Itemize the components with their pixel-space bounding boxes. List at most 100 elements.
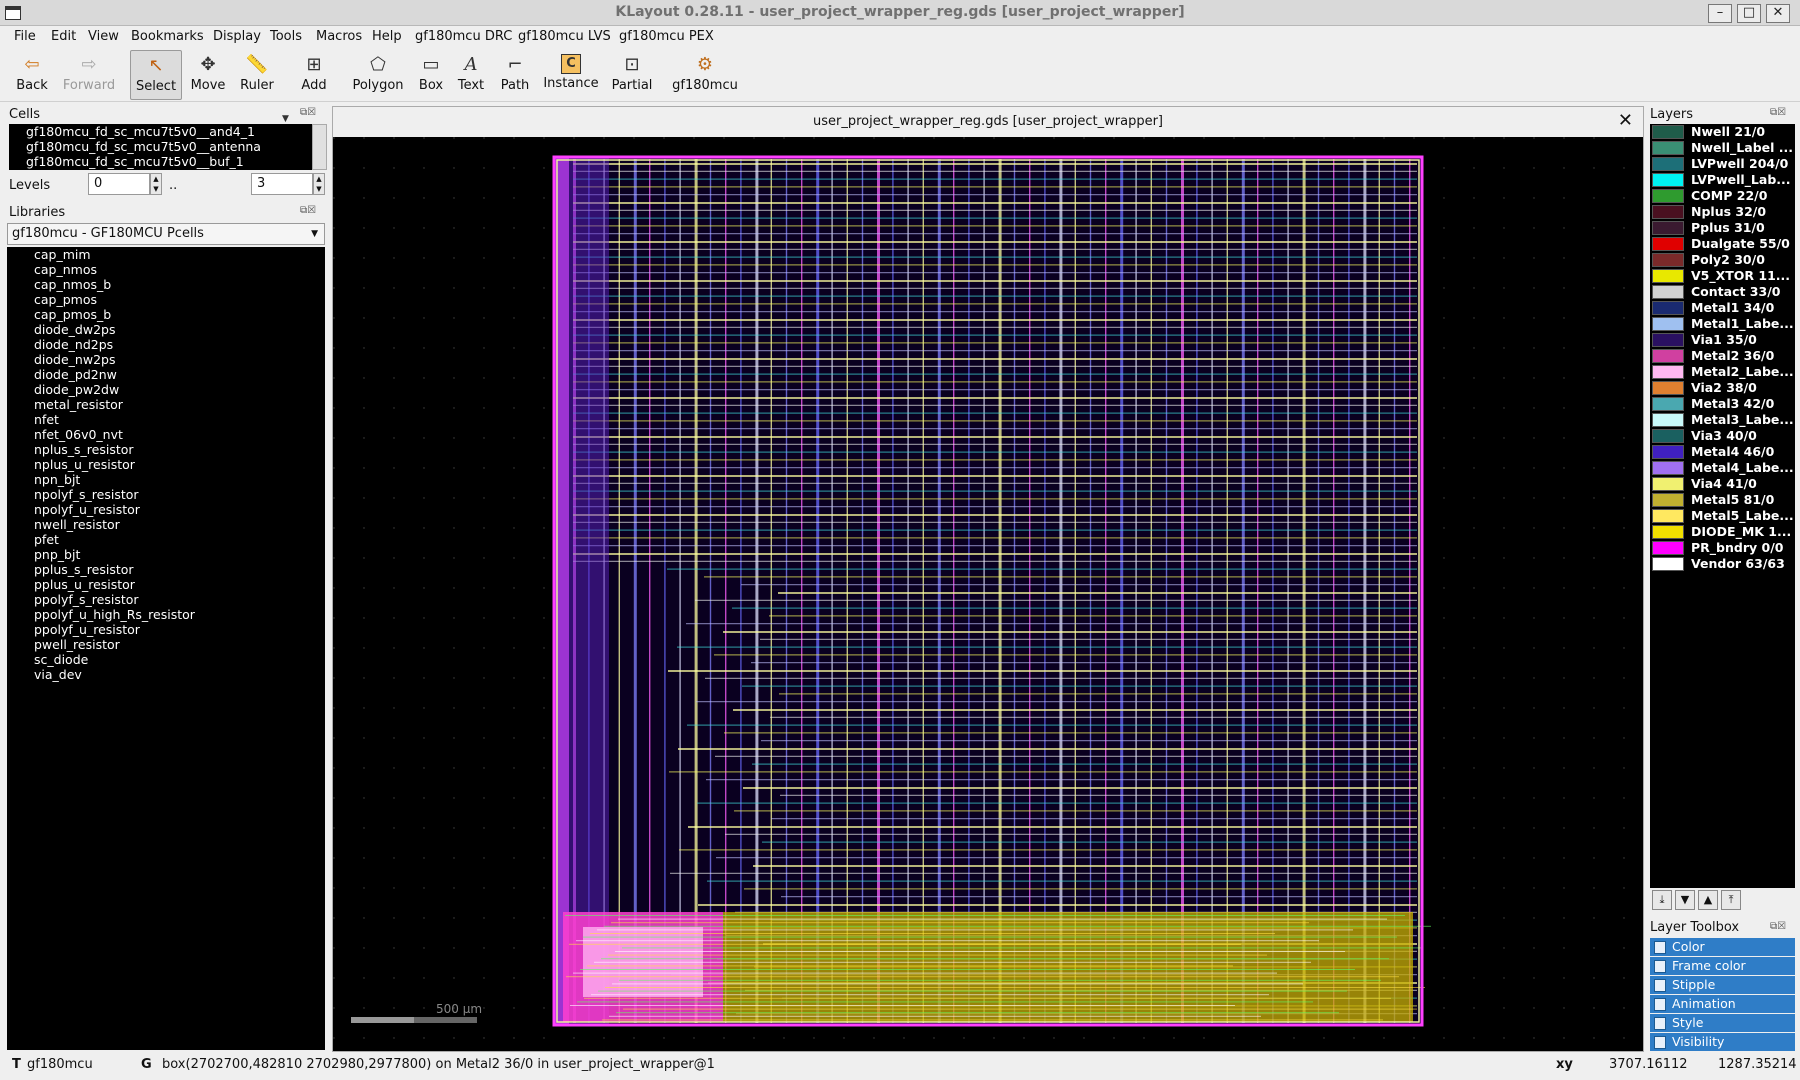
menu-file[interactable]: File — [14, 29, 36, 44]
toolbox-style[interactable]: Style — [1650, 1014, 1795, 1032]
layer-row[interactable]: PR_bndry 0/0 — [1650, 540, 1795, 556]
toolbox-frame-color[interactable]: Frame color — [1650, 957, 1795, 975]
layer-row[interactable]: Metal4 46/0 — [1650, 444, 1795, 460]
move-layer-up-icon[interactable]: ▲ — [1698, 890, 1718, 910]
ruler-button[interactable]: 📏 Ruler — [236, 50, 278, 100]
partial-button[interactable]: ⊡ Partial — [610, 50, 654, 100]
menu-tools[interactable]: Tools — [270, 29, 302, 44]
list-item[interactable]: ppolyf_s_resistor — [7, 592, 325, 607]
toolbox-stipple[interactable]: Stipple — [1650, 976, 1795, 994]
level-from-input[interactable]: 0 — [88, 173, 150, 195]
list-item[interactable]: nfet — [7, 412, 325, 427]
text-button[interactable]: A Text — [454, 50, 488, 100]
list-item[interactable]: pfet — [7, 532, 325, 547]
move-layer-down-icon[interactable]: ▼ — [1675, 890, 1695, 910]
move-layer-top-icon[interactable]: ⤒ — [1721, 890, 1741, 910]
toolbox-color[interactable]: Color — [1650, 938, 1795, 956]
layer-row[interactable]: Via1 35/0 — [1650, 332, 1795, 348]
list-item[interactable]: nplus_u_resistor — [7, 457, 325, 472]
close-view-icon[interactable]: ✕ — [1618, 111, 1633, 131]
layers-panel-float-close-icons[interactable]: ⧉☒ — [1770, 107, 1786, 118]
layer-row[interactable]: Via4 41/0 — [1650, 476, 1795, 492]
level-to-input[interactable]: 3 — [251, 173, 313, 195]
list-item[interactable]: pwell_resistor — [7, 637, 325, 652]
layout-view[interactable]: user_project_wrapper_reg.gds [user_proje… — [332, 106, 1644, 1052]
list-item[interactable]: via_dev — [7, 667, 325, 682]
list-item[interactable]: diode_pw2dw — [7, 382, 325, 397]
list-item[interactable]: nwell_resistor — [7, 517, 325, 532]
layer-row[interactable]: V5_XTOR 11... — [1650, 268, 1795, 284]
layer-row[interactable]: Nplus 32/0 — [1650, 204, 1795, 220]
menu-display[interactable]: Display — [213, 29, 261, 44]
layer-row[interactable]: LVPwell_Lab... — [1650, 172, 1795, 188]
list-item[interactable]: gf180mcu_fd_sc_mcu7t5v0__and4_1 — [9, 124, 312, 139]
libraries-panel-float-close-icons[interactable]: ⧉☒ — [300, 205, 316, 216]
layer-row[interactable]: Metal4_Labe... — [1650, 460, 1795, 476]
layer-row[interactable]: Via3 40/0 — [1650, 428, 1795, 444]
add-button[interactable]: ⊞ Add — [296, 50, 332, 100]
maximize-button[interactable]: □ — [1737, 4, 1761, 23]
layer-row[interactable]: Vendor 63/63 — [1650, 556, 1795, 572]
path-button[interactable]: ⌐ Path — [498, 50, 532, 100]
list-item[interactable]: npolyf_u_resistor — [7, 502, 325, 517]
instance-button[interactable]: C Instance — [542, 50, 600, 100]
menu-edit[interactable]: Edit — [51, 29, 76, 44]
minimize-button[interactable]: – — [1708, 4, 1732, 23]
list-item[interactable]: cap_mim — [7, 247, 325, 262]
list-item[interactable]: metal_resistor — [7, 397, 325, 412]
layer-row[interactable]: Metal5_Labe... — [1650, 508, 1795, 524]
menu-help[interactable]: Help — [372, 29, 402, 44]
layer-row[interactable]: DIODE_MK 1... — [1650, 524, 1795, 540]
toolbox-animation[interactable]: Animation — [1650, 995, 1795, 1013]
cells-scrollbar[interactable] — [312, 124, 327, 170]
list-item[interactable]: npolyf_s_resistor — [7, 487, 325, 502]
layer-row[interactable]: Pplus 31/0 — [1650, 220, 1795, 236]
list-item[interactable]: ppolyf_u_resistor — [7, 622, 325, 637]
list-item[interactable]: cap_pmos — [7, 292, 325, 307]
menu-gf180mcu-pex[interactable]: gf180mcu PEX — [619, 29, 714, 44]
menu-macros[interactable]: Macros — [316, 29, 362, 44]
menu-gf180mcu-drc[interactable]: gf180mcu DRC — [415, 29, 512, 44]
menu-view[interactable]: View — [88, 29, 119, 44]
list-item[interactable]: pnp_bjt — [7, 547, 325, 562]
layer-row[interactable]: Contact 33/0 — [1650, 284, 1795, 300]
move-button[interactable]: ✥ Move — [188, 50, 228, 100]
menu-bookmarks[interactable]: Bookmarks — [131, 29, 204, 44]
list-item[interactable]: cap_pmos_b — [7, 307, 325, 322]
layer-row[interactable]: Metal5 81/0 — [1650, 492, 1795, 508]
polygon-button[interactable]: ⬠ Polygon — [352, 50, 404, 100]
library-select[interactable]: gf180mcu - GF180MCU Pcells ▼ — [7, 223, 325, 245]
layer-row[interactable]: Metal1 34/0 — [1650, 300, 1795, 316]
layer-row[interactable]: Via2 38/0 — [1650, 380, 1795, 396]
box-button[interactable]: ▭ Box — [414, 50, 448, 100]
toolbox-visibility[interactable]: Visibility — [1650, 1033, 1795, 1051]
list-item[interactable]: diode_dw2ps — [7, 322, 325, 337]
layer-row[interactable]: LVPwell 204/0 — [1650, 156, 1795, 172]
menu-gf180mcu-lvs[interactable]: gf180mcu LVS — [518, 29, 611, 44]
layer-row[interactable]: Nwell 21/0 — [1650, 124, 1795, 140]
list-item[interactable]: nplus_s_resistor — [7, 442, 325, 457]
list-item[interactable]: pplus_u_resistor — [7, 577, 325, 592]
list-item[interactable]: gf180mcu_fd_sc_mcu7t5v0__antenna — [9, 139, 312, 154]
list-item[interactable]: diode_pd2nw — [7, 367, 325, 382]
level-from-stepper[interactable]: ▲ ▼ — [150, 173, 162, 195]
list-item[interactable]: diode_nw2ps — [7, 352, 325, 367]
list-item[interactable]: cap_nmos — [7, 262, 325, 277]
layer-row[interactable]: Metal2_Labe... — [1650, 364, 1795, 380]
list-item[interactable]: sc_diode — [7, 652, 325, 667]
toolbox-float-close-icons[interactable]: ⧉☒ — [1770, 921, 1786, 932]
layer-row[interactable]: Metal2 36/0 — [1650, 348, 1795, 364]
cells-list[interactable]: gf180mcu_fd_sc_mcu7t5v0__and4_1 gf180mcu… — [9, 124, 312, 170]
list-item[interactable]: diode_nd2ps — [7, 337, 325, 352]
close-window-button[interactable]: ✕ — [1766, 4, 1790, 23]
layout-canvas[interactable]: 500 µm — [333, 137, 1643, 1051]
gf180mcu-button[interactable]: ⚙ gf180mcu — [672, 50, 738, 100]
list-item[interactable]: cap_nmos_b — [7, 277, 325, 292]
cells-panel-float-close-icons[interactable]: ⧉☒ — [300, 107, 316, 118]
forward-button[interactable]: ⇨ Forward — [60, 50, 118, 100]
back-button[interactable]: ⇦ Back — [10, 50, 54, 100]
ruler-dropdown-icon[interactable]: ▼ — [282, 114, 289, 124]
list-item[interactable]: gf180mcu_fd_sc_mcu7t5v0__buf_1 — [9, 154, 312, 169]
layer-row[interactable]: Metal1_Labe... — [1650, 316, 1795, 332]
select-button[interactable]: ↖ Select — [130, 50, 182, 100]
